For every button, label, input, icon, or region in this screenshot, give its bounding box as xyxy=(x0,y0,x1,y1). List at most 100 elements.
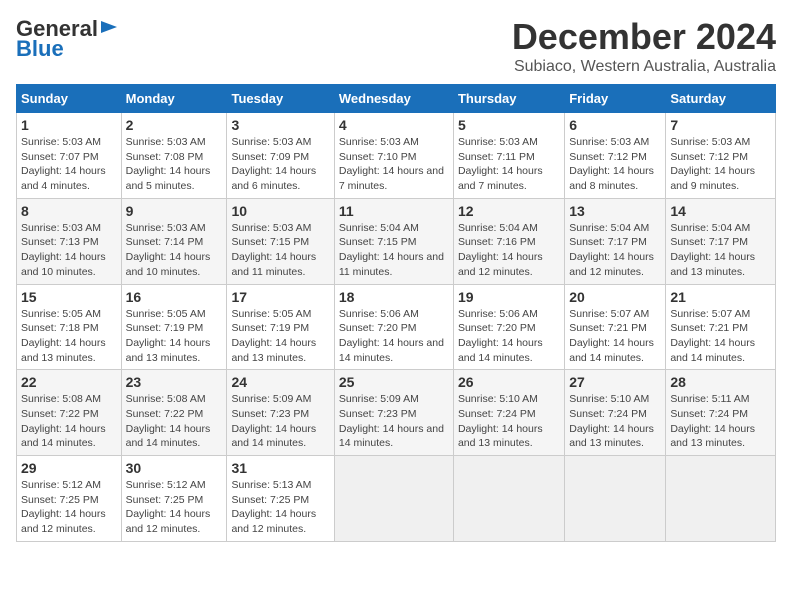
day-info: Sunrise: 5:08 AMSunset: 7:22 PMDaylight:… xyxy=(126,392,223,451)
day-number: 18 xyxy=(339,289,449,305)
header-tuesday: Tuesday xyxy=(227,85,334,113)
table-row: 18Sunrise: 5:06 AMSunset: 7:20 PMDayligh… xyxy=(334,284,453,370)
day-info: Sunrise: 5:12 AMSunset: 7:25 PMDaylight:… xyxy=(126,478,223,537)
table-row: 7 Sunrise: 5:03 AMSunset: 7:12 PMDaylight… xyxy=(666,113,776,199)
header-wednesday: Wednesday xyxy=(334,85,453,113)
day-number: 25 xyxy=(339,374,449,390)
header-friday: Friday xyxy=(565,85,666,113)
title-area: December 2024 Subiaco, Western Australia… xyxy=(512,16,776,76)
day-number: 19 xyxy=(458,289,560,305)
table-row: 3 Sunrise: 5:03 AMSunset: 7:09 PMDaylight… xyxy=(227,113,334,199)
header-monday: Monday xyxy=(121,85,227,113)
table-row: 17 Sunrise: 5:05 AMSunset: 7:19 PMDayligh… xyxy=(227,284,334,370)
table-row: 2 Sunrise: 5:03 AMSunset: 7:08 PMDaylight… xyxy=(121,113,227,199)
calendar-week-row: 15 Sunrise: 5:05 AMSunset: 7:18 PMDayligh… xyxy=(17,284,776,370)
table-row: 20Sunrise: 5:07 AMSunset: 7:21 PMDayligh… xyxy=(565,284,666,370)
day-info: Sunrise: 5:05 AMSunset: 7:19 PMDaylight:… xyxy=(126,307,223,366)
table-row: 25Sunrise: 5:09 AMSunset: 7:23 PMDayligh… xyxy=(334,370,453,456)
day-number: 1 xyxy=(21,117,117,133)
table-row: 28Sunrise: 5:11 AMSunset: 7:24 PMDayligh… xyxy=(666,370,776,456)
table-row: 27Sunrise: 5:10 AMSunset: 7:24 PMDayligh… xyxy=(565,370,666,456)
day-number: 11 xyxy=(339,203,449,219)
day-number: 2 xyxy=(126,117,223,133)
day-number: 8 xyxy=(21,203,117,219)
day-number: 17 xyxy=(231,289,329,305)
logo-blue: Blue xyxy=(16,36,64,62)
table-row: 22 Sunrise: 5:08 AMSunset: 7:22 PMDayligh… xyxy=(17,370,122,456)
calendar-table: Sunday Monday Tuesday Wednesday Thursday… xyxy=(16,84,776,542)
day-number: 30 xyxy=(126,460,223,476)
header-sunday: Sunday xyxy=(17,85,122,113)
table-row: 23Sunrise: 5:08 AMSunset: 7:22 PMDayligh… xyxy=(121,370,227,456)
day-info: Sunrise: 5:05 AMSunset: 7:18 PMDaylight:… xyxy=(21,307,117,366)
table-row: 1 Sunrise: 5:03 AMSunset: 7:07 PMDaylight… xyxy=(17,113,122,199)
logo: General Blue xyxy=(16,16,119,62)
day-info: Sunrise: 5:03 AMSunset: 7:10 PMDaylight:… xyxy=(339,135,449,194)
day-number: 16 xyxy=(126,289,223,305)
day-number: 7 xyxy=(670,117,771,133)
day-info: Sunrise: 5:03 AMSunset: 7:14 PMDaylight:… xyxy=(126,221,223,280)
day-info: Sunrise: 5:12 AMSunset: 7:25 PMDaylight:… xyxy=(21,478,117,537)
calendar-week-row: 1 Sunrise: 5:03 AMSunset: 7:07 PMDaylight… xyxy=(17,113,776,199)
day-info: Sunrise: 5:05 AMSunset: 7:19 PMDaylight:… xyxy=(231,307,329,366)
day-info: Sunrise: 5:06 AMSunset: 7:20 PMDaylight:… xyxy=(458,307,560,366)
header-saturday: Saturday xyxy=(666,85,776,113)
day-number: 31 xyxy=(231,460,329,476)
table-row: 24 Sunrise: 5:09 AMSunset: 7:23 PMDayligh… xyxy=(227,370,334,456)
day-info: Sunrise: 5:03 AMSunset: 7:12 PMDaylight:… xyxy=(670,135,771,194)
day-info: Sunrise: 5:03 AMSunset: 7:11 PMDaylight:… xyxy=(458,135,560,194)
table-row xyxy=(666,456,776,542)
day-info: Sunrise: 5:10 AMSunset: 7:24 PMDaylight:… xyxy=(458,392,560,451)
table-row: 21 Sunrise: 5:07 AMSunset: 7:21 PMDayligh… xyxy=(666,284,776,370)
day-info: Sunrise: 5:03 AMSunset: 7:13 PMDaylight:… xyxy=(21,221,117,280)
table-row: 5Sunrise: 5:03 AMSunset: 7:11 PMDaylight… xyxy=(453,113,564,199)
day-info: Sunrise: 5:09 AMSunset: 7:23 PMDaylight:… xyxy=(231,392,329,451)
table-row xyxy=(334,456,453,542)
day-number: 24 xyxy=(231,374,329,390)
table-row: 14 Sunrise: 5:04 AMSunset: 7:17 PMDayligh… xyxy=(666,198,776,284)
day-number: 29 xyxy=(21,460,117,476)
day-info: Sunrise: 5:03 AMSunset: 7:09 PMDaylight:… xyxy=(231,135,329,194)
day-info: Sunrise: 5:08 AMSunset: 7:22 PMDaylight:… xyxy=(21,392,117,451)
day-info: Sunrise: 5:03 AMSunset: 7:08 PMDaylight:… xyxy=(126,135,223,194)
table-row: 12 Sunrise: 5:04 AMSunset: 7:16 PMDayligh… xyxy=(453,198,564,284)
table-row xyxy=(565,456,666,542)
day-info: Sunrise: 5:04 AMSunset: 7:17 PMDaylight:… xyxy=(569,221,661,280)
day-info: Sunrise: 5:04 AMSunset: 7:17 PMDaylight:… xyxy=(670,221,771,280)
calendar-week-row: 8 Sunrise: 5:03 AMSunset: 7:13 PMDaylight… xyxy=(17,198,776,284)
day-number: 26 xyxy=(458,374,560,390)
day-info: Sunrise: 5:03 AMSunset: 7:07 PMDaylight:… xyxy=(21,135,117,194)
day-number: 21 xyxy=(670,289,771,305)
page-subtitle: Subiaco, Western Australia, Australia xyxy=(512,58,776,76)
table-row: 16 Sunrise: 5:05 AMSunset: 7:19 PMDayligh… xyxy=(121,284,227,370)
day-info: Sunrise: 5:13 AMSunset: 7:25 PMDaylight:… xyxy=(231,478,329,537)
day-number: 22 xyxy=(21,374,117,390)
table-row: 6Sunrise: 5:03 AMSunset: 7:12 PMDaylight… xyxy=(565,113,666,199)
day-info: Sunrise: 5:07 AMSunset: 7:21 PMDaylight:… xyxy=(569,307,661,366)
day-info: Sunrise: 5:03 AMSunset: 7:12 PMDaylight:… xyxy=(569,135,661,194)
table-row: 30 Sunrise: 5:12 AMSunset: 7:25 PMDayligh… xyxy=(121,456,227,542)
calendar-week-row: 22 Sunrise: 5:08 AMSunset: 7:22 PMDayligh… xyxy=(17,370,776,456)
day-number: 13 xyxy=(569,203,661,219)
table-row: 9Sunrise: 5:03 AMSunset: 7:14 PMDaylight… xyxy=(121,198,227,284)
day-number: 15 xyxy=(21,289,117,305)
day-number: 12 xyxy=(458,203,560,219)
day-number: 3 xyxy=(231,117,329,133)
table-row: 8 Sunrise: 5:03 AMSunset: 7:13 PMDaylight… xyxy=(17,198,122,284)
logo-arrow-icon xyxy=(99,17,119,37)
table-row: 13 Sunrise: 5:04 AMSunset: 7:17 PMDayligh… xyxy=(565,198,666,284)
day-info: Sunrise: 5:07 AMSunset: 7:21 PMDaylight:… xyxy=(670,307,771,366)
calendar-week-row: 29 Sunrise: 5:12 AMSunset: 7:25 PMDayligh… xyxy=(17,456,776,542)
calendar-header-row: Sunday Monday Tuesday Wednesday Thursday… xyxy=(17,85,776,113)
table-row: 15 Sunrise: 5:05 AMSunset: 7:18 PMDayligh… xyxy=(17,284,122,370)
day-number: 27 xyxy=(569,374,661,390)
day-number: 28 xyxy=(670,374,771,390)
day-number: 10 xyxy=(231,203,329,219)
table-row: 10Sunrise: 5:03 AMSunset: 7:15 PMDayligh… xyxy=(227,198,334,284)
page-title: December 2024 xyxy=(512,16,776,58)
table-row: 19 Sunrise: 5:06 AMSunset: 7:20 PMDayligh… xyxy=(453,284,564,370)
table-row: 31 Sunrise: 5:13 AMSunset: 7:25 PMDayligh… xyxy=(227,456,334,542)
day-info: Sunrise: 5:04 AMSunset: 7:16 PMDaylight:… xyxy=(458,221,560,280)
calendar-body: 1 Sunrise: 5:03 AMSunset: 7:07 PMDaylight… xyxy=(17,113,776,542)
day-number: 14 xyxy=(670,203,771,219)
